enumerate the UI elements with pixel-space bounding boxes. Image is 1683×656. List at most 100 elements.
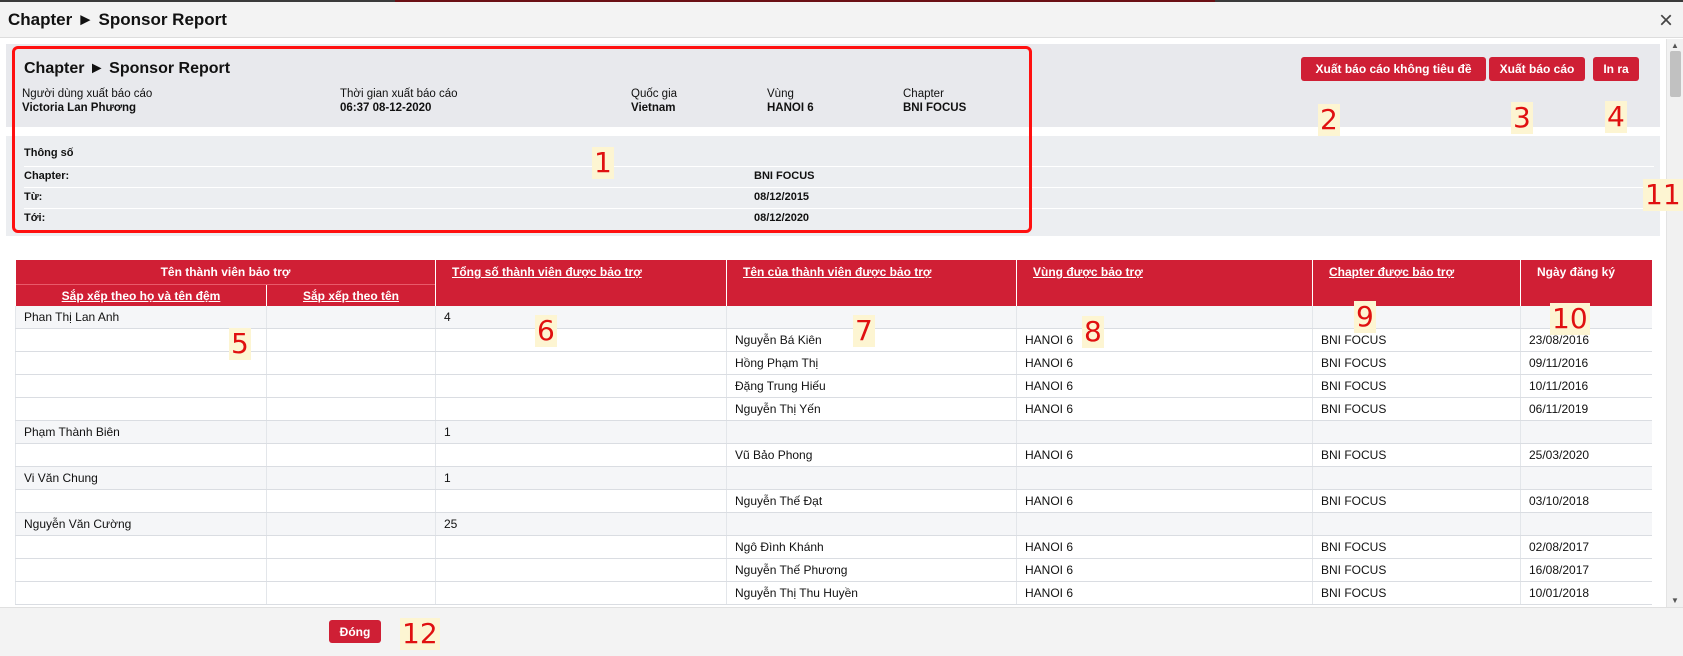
sponsored-region-cell: HANOI 6 (1016, 443, 1313, 467)
sponsored-region-cell: HANOI 6 (1016, 535, 1313, 559)
annotation-marker: 3 (1511, 101, 1533, 134)
empty-cell (1016, 512, 1313, 536)
sort-by-firstname-link[interactable]: Sắp xếp theo tên (266, 283, 436, 306)
sort-by-fullname-link[interactable]: Sắp xếp theo họ và tên đệm (15, 283, 267, 306)
empty-cell (1016, 420, 1313, 444)
registration-date-cell: 03/10/2018 (1520, 489, 1652, 513)
empty-cell (435, 374, 727, 398)
total-sponsored-cell: 1 (435, 466, 727, 490)
registration-date-cell: 10/11/2016 (1520, 374, 1652, 398)
col-sponsor-name: Tên thành viên bảo trợ (15, 260, 436, 284)
sponsored-region-cell: HANOI 6 (1016, 397, 1313, 421)
annotation-marker: 5 (229, 327, 251, 360)
col-total-sponsored[interactable]: Tổng số thành viên được bảo trợ (435, 260, 727, 306)
empty-cell (15, 443, 267, 467)
empty-cell (1312, 420, 1521, 444)
sponsored-name-cell: Nguyễn Thị Yến (726, 397, 1017, 421)
sponsored-name-cell: Ngô Đình Khánh (726, 535, 1017, 559)
empty-cell (15, 535, 267, 559)
annotation-marker: 12 (400, 617, 440, 650)
annotation-marker: 11 (1643, 178, 1683, 211)
sort-by-firstname-label: Sắp xếp theo tên (302, 288, 400, 303)
sponsor-group-row: Phan Thị Lan Anh 4 (15, 305, 1652, 329)
col-sponsored-name-label: Tên của thành viên được bảo trợ (743, 265, 932, 279)
empty-cell (15, 558, 267, 582)
empty-cell (435, 443, 727, 467)
empty-cell (726, 512, 1017, 536)
annotation-marker: 8 (1082, 315, 1104, 348)
sponsored-region-cell: HANOI 6 (1016, 558, 1313, 582)
sponsored-chapter-cell: BNI FOCUS (1312, 397, 1521, 421)
scroll-down-icon[interactable]: ▼ (1671, 596, 1679, 605)
col-sponsored-chapter[interactable]: Chapter được bảo trợ (1312, 260, 1521, 306)
registration-date-cell: 02/08/2017 (1520, 535, 1652, 559)
print-button[interactable]: In ra (1593, 57, 1639, 81)
sponsored-region-cell: HANOI 6 (1016, 581, 1313, 605)
sponsored-member-row: Nguyễn Thế Đạt HANOI 6 BNI FOCUS 03/10/2018 (15, 489, 1652, 513)
annotation-marker: 9 (1354, 300, 1376, 333)
col-registration-date: Ngày đăng ký (1520, 260, 1652, 306)
empty-cell (435, 581, 727, 605)
sponsored-region-cell: HANOI 6 (1016, 351, 1313, 375)
annotation-highlight-box (12, 46, 1032, 233)
sponsored-member-row: Nguyễn Thị Thu Huyền HANOI 6 BNI FOCUS 10/0… (15, 581, 1652, 605)
sponsor-name-cell: Nguyễn Văn Cường (15, 512, 267, 536)
sponsored-member-row: Đặng Trung Hiếu HANOI 6 BNI FOCUS 10/11/201… (15, 374, 1652, 398)
annotation-marker: 4 (1605, 100, 1627, 133)
col-sponsored-region-label: Vùng được bảo trợ (1033, 265, 1143, 279)
empty-cell (15, 581, 267, 605)
empty-cell (726, 420, 1017, 444)
empty-cell (1312, 512, 1521, 536)
sponsor-table-body: Phan Thị Lan Anh 4 Nguyễn Bá Kiên HANOI 6 BN… (15, 305, 1652, 605)
vertical-scrollbar[interactable]: ▲ ▼ (1666, 39, 1683, 607)
scrollbar-thumb[interactable] (1670, 51, 1681, 97)
sponsor-group-row: Phạm Thành Biên 1 (15, 420, 1652, 444)
close-icon[interactable]: × (1659, 7, 1673, 35)
sponsored-name-cell: Đặng Trung Hiếu (726, 374, 1017, 398)
export-button[interactable]: Xuất báo cáo (1489, 57, 1585, 81)
empty-cell (435, 328, 727, 352)
sponsor-name-cell: Vi Văn Chung (15, 466, 267, 490)
sponsor-name-cell: Phan Thị Lan Anh (15, 305, 267, 329)
col-sponsored-name[interactable]: Tên của thành viên được bảo trợ (726, 260, 1017, 306)
empty-cell (1312, 305, 1521, 329)
sponsored-name-cell: Vũ Bảo Phong (726, 443, 1017, 467)
empty-cell (266, 328, 436, 352)
total-sponsored-cell: 4 (435, 305, 727, 329)
sponsored-chapter-cell: BNI FOCUS (1312, 581, 1521, 605)
col-sponsored-chapter-label: Chapter được bảo trợ (1329, 265, 1455, 279)
sponsored-member-row: Ngô Đình Khánh HANOI 6 BNI FOCUS 02/08/2017 (15, 535, 1652, 559)
empty-cell (435, 535, 727, 559)
sponsored-member-row: Nguyễn Bá Kiên HANOI 6 BNI FOCUS 23/08/2016 (15, 328, 1652, 352)
export-no-title-button[interactable]: Xuất báo cáo không tiêu đề (1301, 57, 1486, 81)
total-sponsored-cell: 1 (435, 420, 727, 444)
empty-cell (266, 374, 436, 398)
empty-cell (1520, 420, 1652, 444)
sponsored-chapter-cell: BNI FOCUS (1312, 443, 1521, 467)
empty-cell (266, 535, 436, 559)
empty-cell (435, 489, 727, 513)
empty-cell (266, 420, 436, 444)
close-button[interactable]: Đóng (329, 620, 381, 643)
sort-by-fullname-label: Sắp xếp theo họ và tên đệm (61, 288, 221, 303)
sponsored-region-cell: HANOI 6 (1016, 328, 1313, 352)
sponsor-group-row: Nguyễn Văn Cường 25 (15, 512, 1652, 536)
col-sponsored-region[interactable]: Vùng được bảo trợ (1016, 260, 1313, 306)
sponsored-name-cell: Nguyễn Thị Thu Huyền (726, 581, 1017, 605)
empty-cell (266, 466, 436, 490)
scroll-up-icon[interactable]: ▲ (1671, 41, 1679, 50)
empty-cell (435, 397, 727, 421)
empty-cell (1520, 512, 1652, 536)
empty-cell (266, 351, 436, 375)
sponsored-region-cell: HANOI 6 (1016, 489, 1313, 513)
sponsored-name-cell: Nguyễn Thế Phương (726, 558, 1017, 582)
sponsored-chapter-cell: BNI FOCUS (1312, 558, 1521, 582)
sponsored-chapter-cell: BNI FOCUS (1312, 535, 1521, 559)
registration-date-cell: 25/03/2020 (1520, 443, 1652, 467)
empty-cell (15, 374, 267, 398)
empty-cell (1520, 466, 1652, 490)
modal-footer: Đóng (0, 607, 1683, 656)
sponsored-region-cell: HANOI 6 (1016, 374, 1313, 398)
total-sponsored-cell: 25 (435, 512, 727, 536)
annotation-marker: 6 (535, 314, 557, 347)
